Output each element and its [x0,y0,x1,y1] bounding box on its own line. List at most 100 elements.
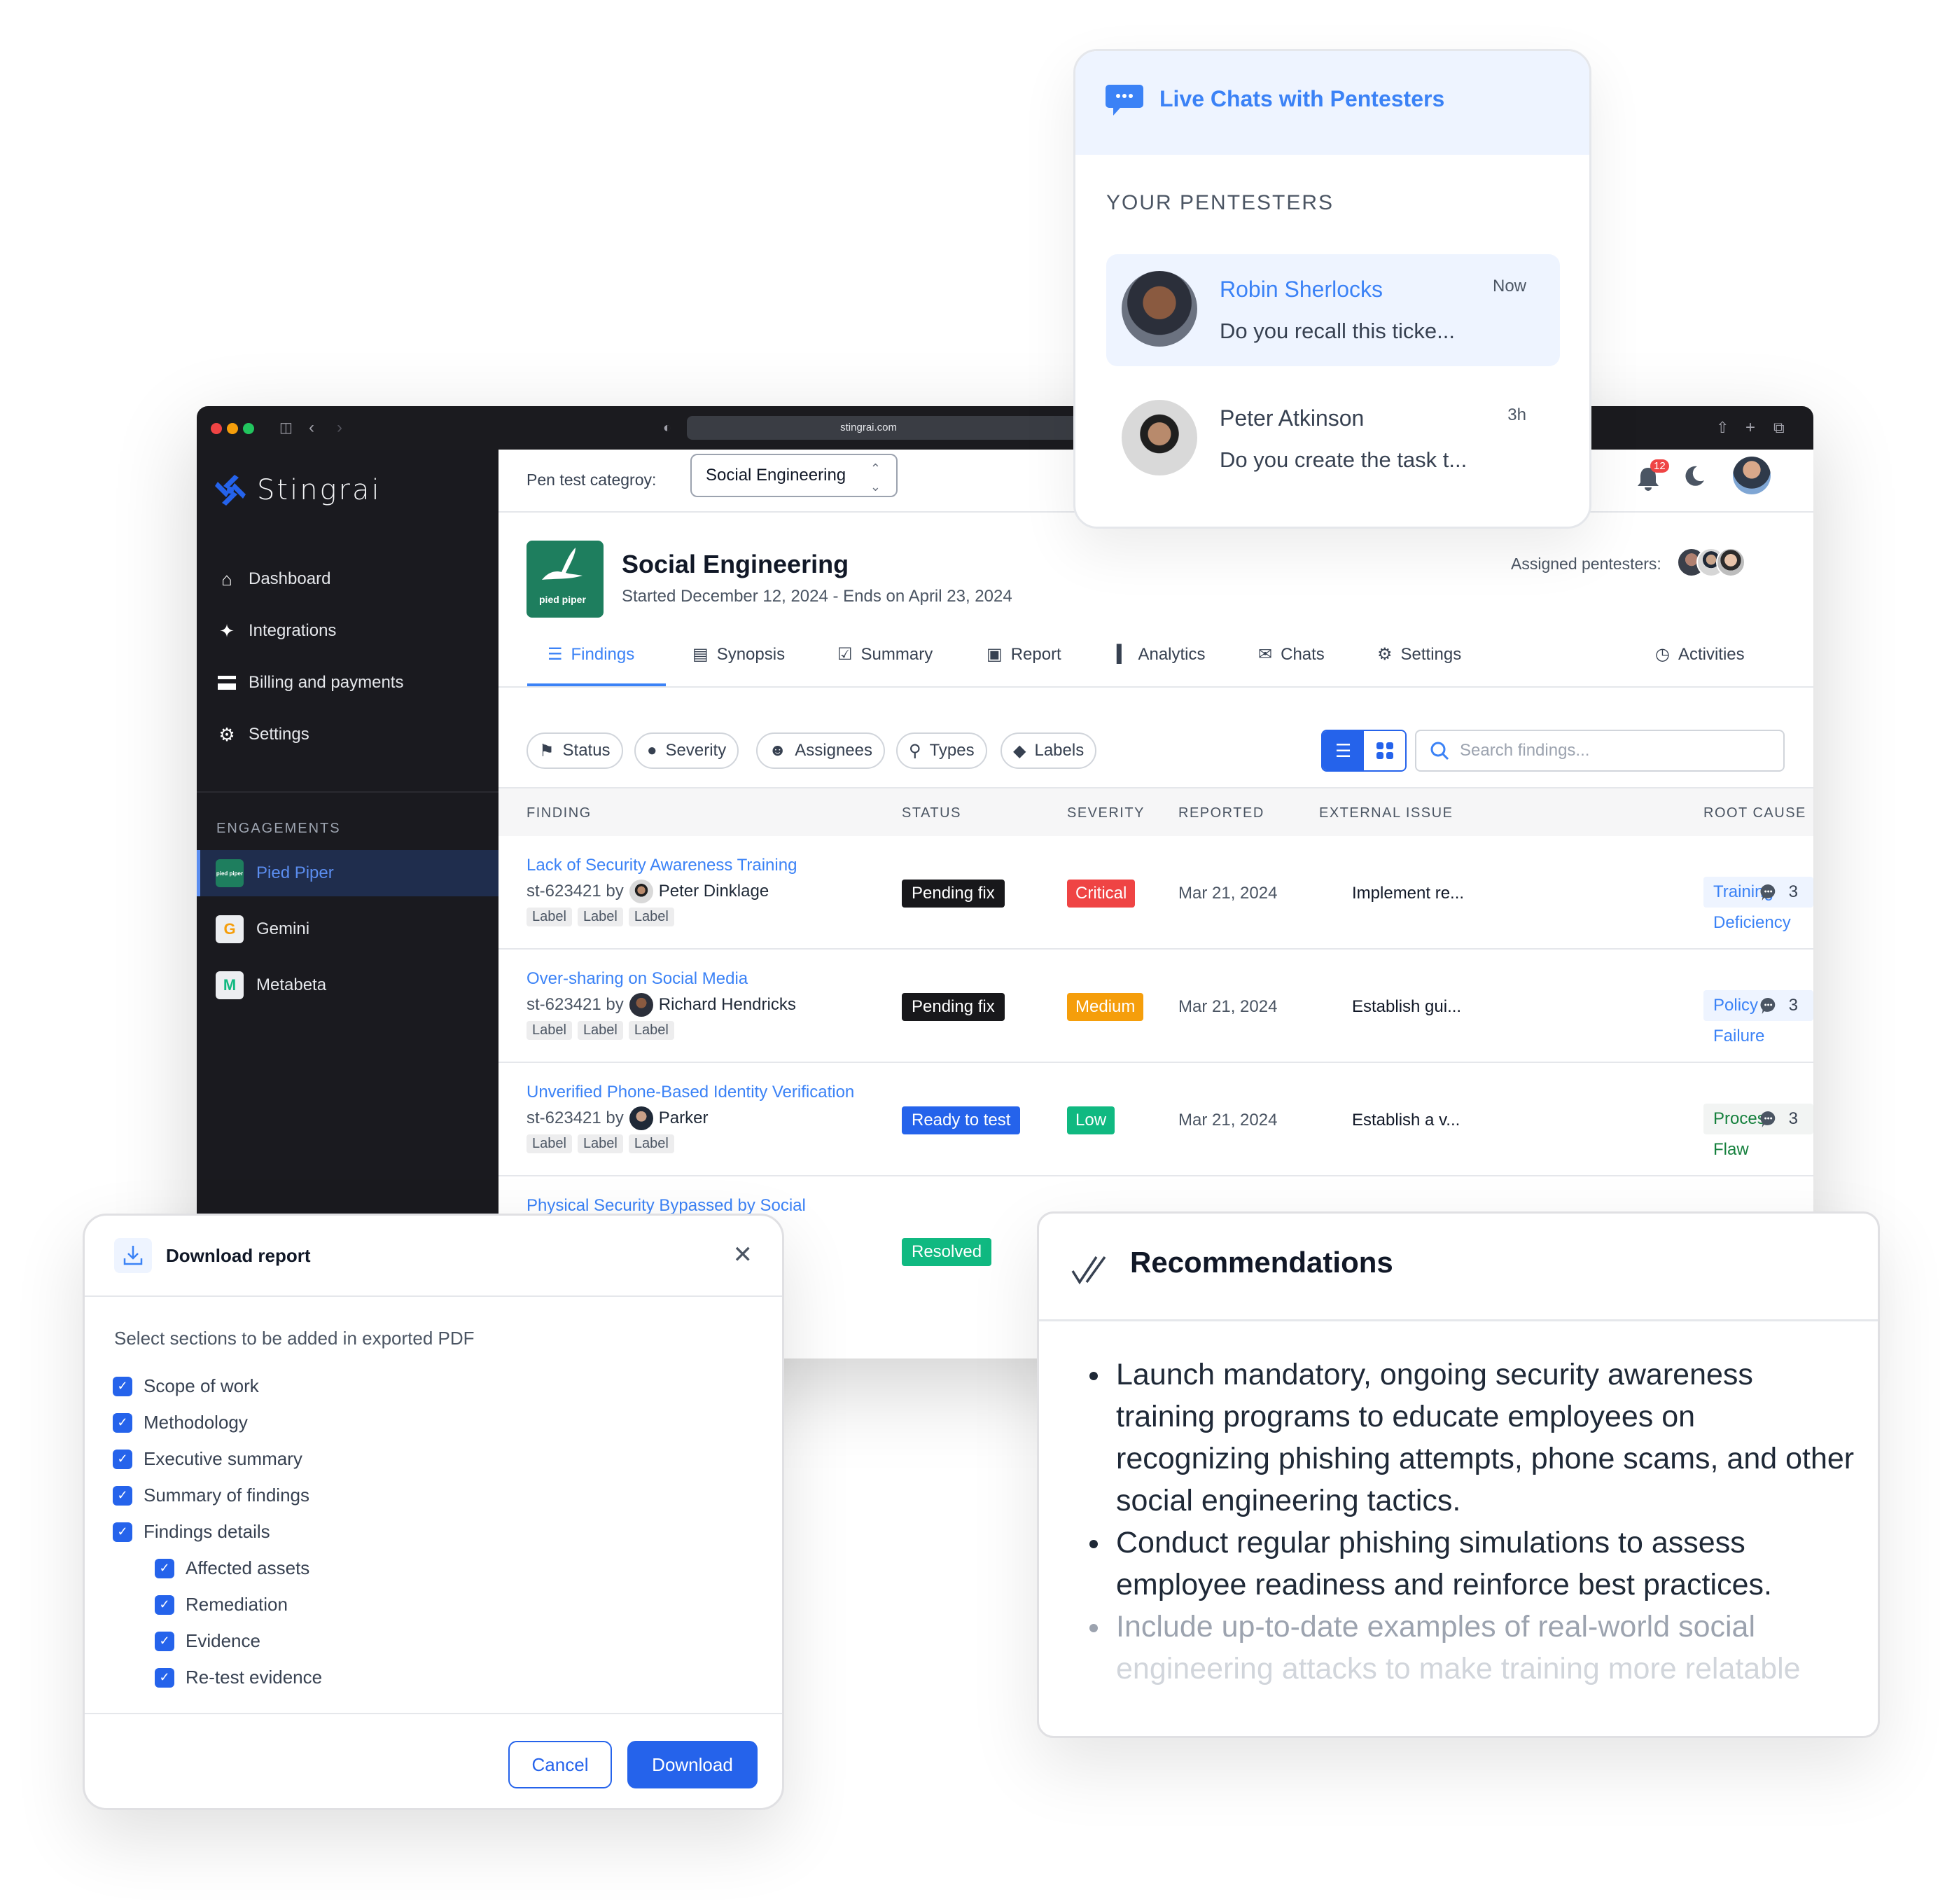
user-avatar[interactable] [1733,457,1771,494]
chat-item-peter-atkinson[interactable]: Peter Atkinson 3h Do you create the task… [1106,383,1560,495]
section-checkbox[interactable]: ✓ Re-test evidence [155,1667,322,1688]
status-badge[interactable]: Ready to test [902,1106,1021,1134]
tabs-overview-icon[interactable]: ⧉ [1773,417,1785,438]
close-icon[interactable]: ✕ [733,1241,753,1269]
label-chip[interactable]: Label [577,908,623,926]
checkbox-checked-icon[interactable]: ✓ [113,1412,132,1433]
table-row[interactable]: Unverified Phone-Based Identity Verifica… [499,1063,1813,1176]
label-chip[interactable]: Label [577,1021,623,1040]
engagement-metabeta[interactable]: M Metabeta [197,962,499,1008]
tab-analytics[interactable]: ▍ Analytics [1117,644,1206,665]
column-header-root-cause[interactable]: ROOT CAUSE [1703,805,1806,821]
checkbox-checked-icon[interactable]: ✓ [155,1631,174,1651]
finding-title-link[interactable]: Unverified Phone-Based Identity Verifica… [527,1083,854,1102]
window-maximize-dot[interactable] [243,423,254,434]
section-checkbox[interactable]: ✓ Affected assets [155,1557,309,1579]
grid-view-button[interactable] [1364,731,1405,770]
engagement-gemini[interactable]: G Gemini [197,906,499,952]
engagement-pied-piper[interactable]: pied piper Pied Piper [197,850,499,896]
reporter-name: Richard Hendricks [658,995,796,1014]
table-row[interactable]: Over-sharing on Social Media st-623421 by… [499,950,1813,1063]
tab-activities[interactable]: ◷ Activities [1655,644,1745,665]
external-issue-link[interactable]: Implement re... [1352,884,1464,903]
new-tab-icon[interactable]: + [1745,417,1755,438]
checkbox-checked-icon[interactable]: ✓ [113,1449,132,1469]
section-checkbox[interactable]: ✓ Findings details [113,1521,270,1543]
cancel-button[interactable]: Cancel [508,1741,612,1788]
status-badge[interactable]: Resolved [902,1238,992,1266]
tab-settings[interactable]: ⚙ Settings [1377,644,1461,665]
label-chip[interactable]: Label [628,1021,674,1040]
section-checkbox[interactable]: ✓ Executive summary [113,1448,302,1470]
tab-report[interactable]: ▣ Report [987,644,1061,665]
category-select[interactable]: Social Engineering ⌃ ⌄ [690,454,898,497]
checkbox-checked-icon[interactable]: ✓ [113,1485,132,1506]
section-checkbox[interactable]: ✓ Summary of findings [113,1485,309,1506]
column-header-status[interactable]: STATUS [902,805,961,821]
section-checkbox[interactable]: ✓ Methodology [113,1412,248,1433]
comments-count[interactable]: 3 [1759,882,1798,902]
checkbox-checked-icon[interactable]: ✓ [155,1667,174,1688]
filter-types[interactable]: ⚲ Types [896,732,987,769]
engagement-label: Gemini [256,919,310,938]
finding-title-link[interactable]: Lack of Security Awareness Training [527,856,797,875]
table-row[interactable]: Lack of Security Awareness Training st-62… [499,836,1813,950]
search-input[interactable] [1460,741,1768,760]
filter-labels[interactable]: ◆ Labels [1001,732,1097,769]
finding-title-link[interactable]: Over-sharing on Social Media [527,969,748,989]
column-header-severity[interactable]: SEVERITY [1067,805,1145,821]
tab-summary[interactable]: ☑ Summary [837,644,933,665]
share-icon[interactable]: ⇧ [1716,417,1729,438]
back-icon[interactable]: ‹ [309,417,314,438]
brand-logo[interactable]: Stingrai [211,471,382,510]
checkbox-checked-icon[interactable]: ✓ [113,1376,132,1396]
filter-status[interactable]: ⚑ Status [527,732,623,769]
column-header-reported[interactable]: REPORTED [1178,805,1264,821]
window-minimize-dot[interactable] [227,423,238,434]
notifications-button[interactable]: 12 [1636,459,1669,496]
checkbox-checked-icon[interactable]: ✓ [155,1558,174,1578]
external-issue-link[interactable]: Establish gui... [1352,997,1461,1017]
sidebar-item-dashboard[interactable]: ⌂ Dashboard [216,569,330,590]
section-checkbox[interactable]: ✓ Scope of work [113,1375,259,1397]
severity-badge[interactable]: Medium [1067,993,1144,1021]
forward-icon[interactable]: › [337,417,342,438]
section-checkbox[interactable]: ✓ Evidence [155,1630,260,1652]
comments-count[interactable]: 3 [1759,1109,1798,1129]
filter-assignees[interactable]: ☻ Assignees [756,732,885,769]
sidebar-item-settings[interactable]: ⚙ Settings [216,724,309,745]
label-chip[interactable]: Label [527,1021,572,1040]
tab-findings[interactable]: ☰ Findings [548,644,634,665]
label-chip[interactable]: Label [527,908,572,926]
checkbox-checked-icon[interactable]: ✓ [113,1522,132,1542]
label-chip[interactable]: Label [527,1134,572,1153]
status-badge[interactable]: Pending fix [902,880,1005,908]
list-view-button[interactable]: ☰ [1323,731,1364,770]
sidebar-item-billing[interactable]: Billing and payments [216,672,403,693]
window-close-dot[interactable] [211,423,222,434]
sidebar-item-integrations[interactable]: ✦ Integrations [216,620,336,641]
download-button[interactable]: Download [627,1741,758,1788]
column-header-finding[interactable]: FINDING [527,805,592,821]
theme-toggle[interactable] [1682,464,1707,492]
recommendations-title: Recommendations [1130,1246,1393,1279]
comments-count[interactable]: 3 [1759,996,1798,1015]
label-chip[interactable]: Label [628,1134,674,1153]
sidebar-toggle-icon[interactable]: ◫ [279,417,293,438]
severity-badge[interactable]: Low [1067,1106,1115,1134]
tab-synopsis[interactable]: ▤ Synopsis [692,644,785,665]
finding-title-link[interactable]: Physical Security Bypassed by Social [527,1196,806,1216]
pentester-avatar[interactable] [1716,548,1745,577]
external-issue-link[interactable]: Establish a v... [1352,1111,1460,1130]
tab-chats[interactable]: ✉ Chats [1258,644,1325,665]
section-checkbox[interactable]: ✓ Remediation [155,1594,288,1615]
label-chip[interactable]: Label [628,908,674,926]
chat-time: 3h [1507,405,1526,424]
status-badge[interactable]: Pending fix [902,993,1005,1021]
filter-severity[interactable]: ● Severity [634,732,739,769]
label-chip[interactable]: Label [577,1134,623,1153]
chat-item-robin-sherlocks[interactable]: Robin Sherlocks Now Do you recall this t… [1106,254,1560,366]
checkbox-checked-icon[interactable]: ✓ [155,1594,174,1615]
severity-badge[interactable]: Critical [1067,880,1136,908]
column-header-external-issue[interactable]: EXTERNAL ISSUE [1319,805,1453,821]
